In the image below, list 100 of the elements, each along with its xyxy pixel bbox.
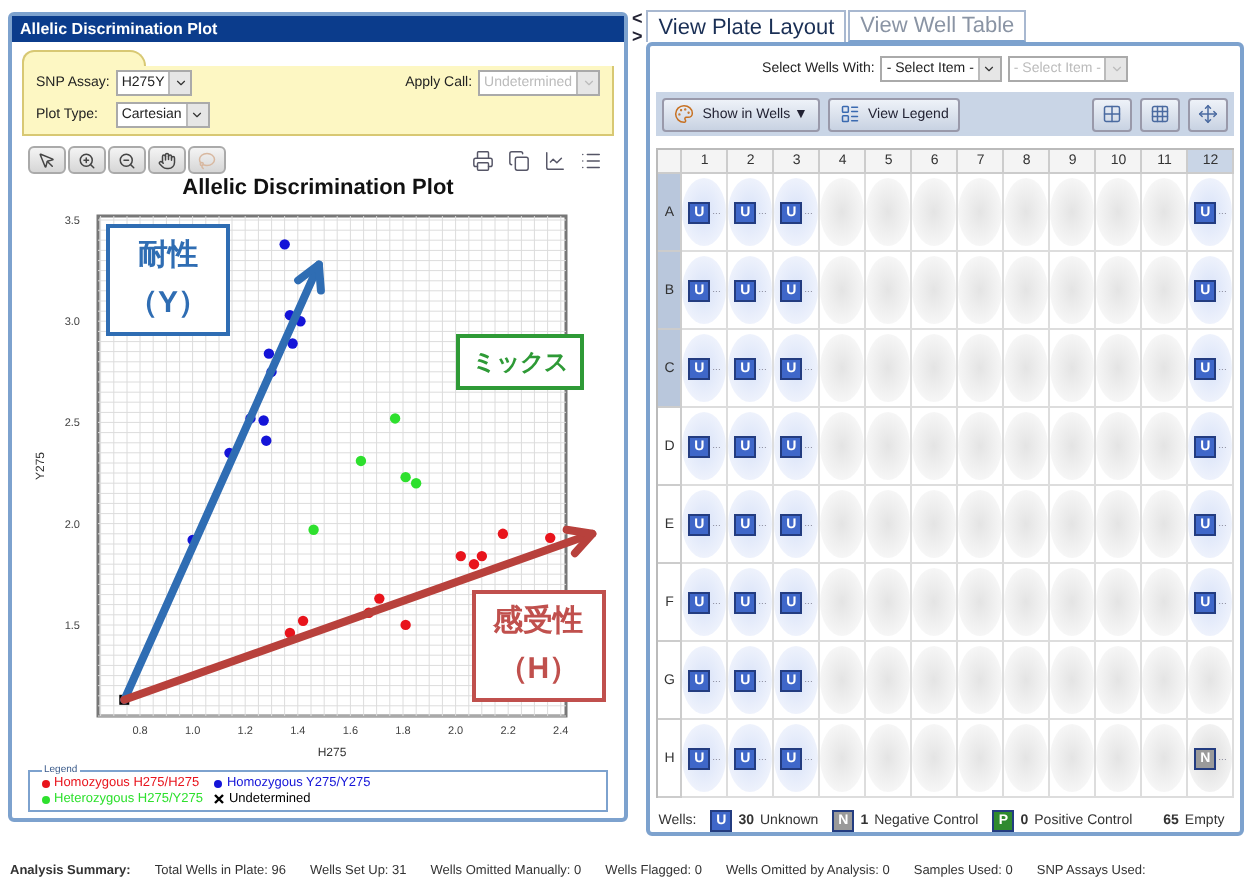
empty-well[interactable] <box>958 568 1003 636</box>
empty-well[interactable] <box>820 256 865 324</box>
empty-well[interactable] <box>1142 724 1187 792</box>
empty-well[interactable] <box>912 490 957 558</box>
chart-title: Allelic Discrimination Plot <box>180 176 456 200</box>
empty-well[interactable] <box>866 568 911 636</box>
empty-well[interactable] <box>1050 412 1095 480</box>
caret-icon <box>1109 62 1124 76</box>
empty-well[interactable] <box>1050 646 1095 714</box>
caret-icon <box>982 62 997 76</box>
data-point <box>497 528 509 539</box>
caret-icon <box>581 76 595 90</box>
empty-well[interactable] <box>912 412 957 480</box>
empty-well[interactable] <box>1096 490 1141 558</box>
empty-well[interactable] <box>866 256 911 324</box>
empty-well[interactable] <box>820 490 865 558</box>
data-point <box>308 524 319 535</box>
legend-icon <box>839 104 860 124</box>
data-point <box>545 532 556 544</box>
empty-well[interactable] <box>912 256 957 324</box>
empty-well[interactable] <box>1004 568 1049 636</box>
empty-well[interactable] <box>1096 412 1141 480</box>
corner-cell <box>658 150 683 174</box>
tool-button[interactable] <box>68 146 106 174</box>
empty-well[interactable] <box>1004 724 1049 792</box>
empty-well[interactable] <box>912 646 957 714</box>
pointer-icon <box>38 151 56 169</box>
empty-well[interactable] <box>1050 178 1095 246</box>
tool-button[interactable] <box>148 146 186 174</box>
empty-well[interactable] <box>1142 490 1187 558</box>
collapse-arrow[interactable]: < <box>632 10 643 28</box>
empty-well[interactable] <box>820 646 865 714</box>
tool-button[interactable] <box>108 146 146 174</box>
empty-well[interactable] <box>866 334 911 402</box>
empty-well[interactable] <box>1050 256 1095 324</box>
empty-well[interactable] <box>1050 490 1095 558</box>
caret-icon <box>173 76 188 90</box>
empty-well[interactable] <box>820 412 865 480</box>
empty-well[interactable] <box>1004 178 1049 246</box>
tab[interactable]: View Plate Layout <box>646 10 847 42</box>
data-point <box>263 348 275 359</box>
empty-well[interactable] <box>1142 568 1187 636</box>
empty-well[interactable] <box>1142 646 1187 714</box>
empty-well[interactable] <box>866 490 911 558</box>
empty-well[interactable] <box>1096 568 1141 636</box>
empty-well[interactable] <box>1004 646 1049 714</box>
data-point <box>355 455 367 467</box>
empty-well[interactable] <box>1004 256 1049 324</box>
data-point <box>374 593 385 604</box>
hand-icon <box>158 151 176 169</box>
move-icon <box>1198 104 1219 124</box>
empty-well[interactable] <box>958 178 1003 246</box>
empty-well[interactable] <box>958 334 1003 402</box>
empty-well[interactable] <box>1004 490 1049 558</box>
callout-box: 感受性 （H） <box>471 590 606 703</box>
empty-well[interactable] <box>1096 334 1141 402</box>
empty-well[interactable] <box>1142 256 1187 324</box>
empty-well[interactable] <box>958 490 1003 558</box>
empty-well[interactable] <box>1004 334 1049 402</box>
empty-well[interactable] <box>1050 334 1095 402</box>
caret-icon <box>190 108 205 122</box>
zoom-in-icon <box>78 151 96 169</box>
empty-well[interactable] <box>1096 178 1141 246</box>
tab[interactable]: View Well Table <box>848 10 1027 42</box>
empty-well[interactable] <box>1188 646 1233 714</box>
toolbar-icon-button[interactable] <box>1092 97 1133 131</box>
toolbar-icon-button[interactable] <box>1140 97 1181 131</box>
data-point <box>279 239 290 250</box>
lasso-icon <box>198 151 216 169</box>
empty-well[interactable] <box>866 178 911 246</box>
empty-well[interactable] <box>866 646 911 714</box>
data-point <box>287 338 298 349</box>
empty-well[interactable] <box>1142 178 1187 246</box>
empty-well[interactable] <box>820 568 865 636</box>
empty-well[interactable] <box>958 256 1003 324</box>
empty-well[interactable] <box>866 412 911 480</box>
empty-well[interactable] <box>958 724 1003 792</box>
empty-well[interactable] <box>912 178 957 246</box>
expand-arrow[interactable]: > <box>632 28 643 46</box>
empty-well[interactable] <box>1096 646 1141 714</box>
tool-button[interactable] <box>28 146 66 174</box>
empty-well[interactable] <box>820 178 865 246</box>
empty-well[interactable] <box>820 724 865 792</box>
empty-well[interactable] <box>820 334 865 402</box>
empty-well[interactable] <box>1050 568 1095 636</box>
empty-well[interactable] <box>1142 412 1187 480</box>
empty-well[interactable] <box>958 646 1003 714</box>
empty-well[interactable] <box>1142 334 1187 402</box>
empty-well[interactable] <box>912 568 957 636</box>
callout-box: 耐性 （Y） <box>105 224 230 337</box>
empty-well[interactable] <box>958 412 1003 480</box>
empty-well[interactable] <box>1004 412 1049 480</box>
empty-well[interactable] <box>866 724 911 792</box>
empty-well[interactable] <box>912 724 957 792</box>
empty-well[interactable] <box>1096 256 1141 324</box>
empty-well[interactable] <box>1096 724 1141 792</box>
empty-well[interactable] <box>1050 724 1095 792</box>
panel-title: Allelic Discrimination Plot <box>12 16 624 42</box>
toolbar-icon-button[interactable] <box>1188 97 1229 131</box>
empty-well[interactable] <box>912 334 957 402</box>
